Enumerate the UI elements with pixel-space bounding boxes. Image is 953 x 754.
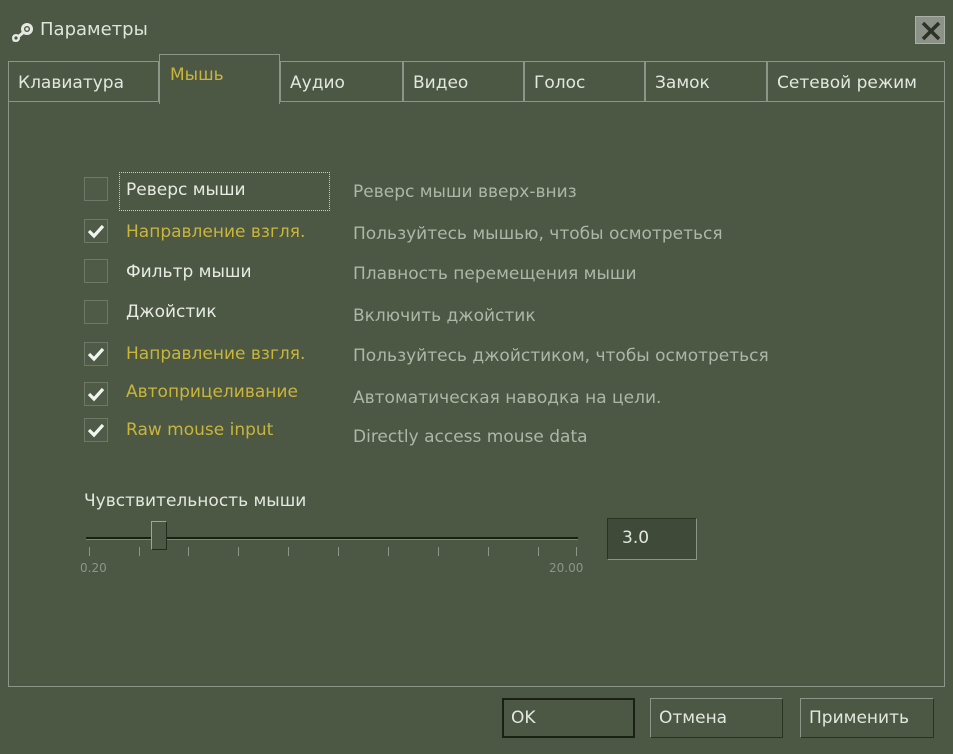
tab-keyboard[interactable]: Клавиатура [8,61,159,102]
auto-aim-description: Автоматическая наводка на цели. [353,388,662,408]
auto-aim-checkbox[interactable] [84,382,108,406]
checkmark-icon [87,423,105,438]
mouse-look-checkbox[interactable] [84,219,108,243]
mouse-filter-label[interactable]: Фильтр мыши [126,262,252,282]
sensitivity-label: Чувствительность мыши [84,491,307,511]
sensitivity-slider-thumb[interactable] [151,521,167,550]
slider-tick [488,547,489,556]
slider-tick [576,547,577,556]
cancel-button[interactable]: Отмена [650,698,783,738]
joystick-label[interactable]: Джойстик [126,302,217,322]
mouse-filter-description: Плавность перемещения мыши [353,264,637,284]
slider-tick [288,547,289,556]
raw-mouse-input-description: Directly access mouse data [353,427,588,447]
slider-max-label: 20.00 [549,561,584,575]
slider-tick [388,547,389,556]
sensitivity-value-field[interactable]: 3.0 [607,518,697,560]
joystick-checkbox[interactable] [84,300,108,324]
auto-aim-label[interactable]: Автоприцеливание [126,382,298,402]
tab-voice[interactable]: Голос [524,61,645,102]
slider-tick [139,547,140,556]
slider-tick [188,547,189,556]
joystick-description: Включить джойстик [353,306,536,326]
slider-min-label: 0.20 [80,561,107,575]
slider-tick [238,547,239,556]
mouse-look-label[interactable]: Направление взгля. [126,222,305,242]
checkmark-icon [87,387,105,402]
window-title: Параметры [40,19,148,40]
slider-tick [89,547,90,556]
title-bar[interactable]: Параметры [0,0,953,54]
settings-window: Параметры Клавиатура Мышь Аудио Видео Го… [0,0,953,754]
slider-tick [438,547,439,556]
joystick-look-label[interactable]: Направление взгля. [126,344,305,364]
tab-audio[interactable]: Аудио [280,61,403,102]
reverse-mouse-description: Реверс мыши вверх-вниз [353,182,577,202]
reverse-mouse-label[interactable]: Реверс мыши [126,180,246,200]
joystick-look-checkbox[interactable] [84,342,108,366]
tab-video[interactable]: Видео [403,61,524,102]
tab-mouse[interactable]: Мышь [159,54,280,104]
reverse-mouse-checkbox[interactable] [84,177,108,201]
mouse-look-description: Пользуйтесь мышью, чтобы осмотреться [353,224,723,244]
checkmark-icon [87,347,105,362]
joystick-look-description: Пользуйтесь джойстиком, чтобы осмотретьс… [353,346,769,366]
tab-network[interactable]: Сетевой режим [767,61,945,102]
tab-lock[interactable]: Замок [645,61,767,102]
slider-tick [338,547,339,556]
close-x-icon [921,21,941,41]
steam-logo-icon [10,21,36,45]
raw-mouse-input-label[interactable]: Raw mouse input [126,420,273,440]
mouse-filter-checkbox[interactable] [84,259,108,283]
ok-button[interactable]: OK [502,698,635,738]
checkmark-icon [87,224,105,239]
raw-mouse-input-checkbox[interactable] [84,418,108,442]
slider-tick [538,547,539,556]
close-button[interactable] [915,16,945,44]
apply-button[interactable]: Применить [800,698,934,738]
